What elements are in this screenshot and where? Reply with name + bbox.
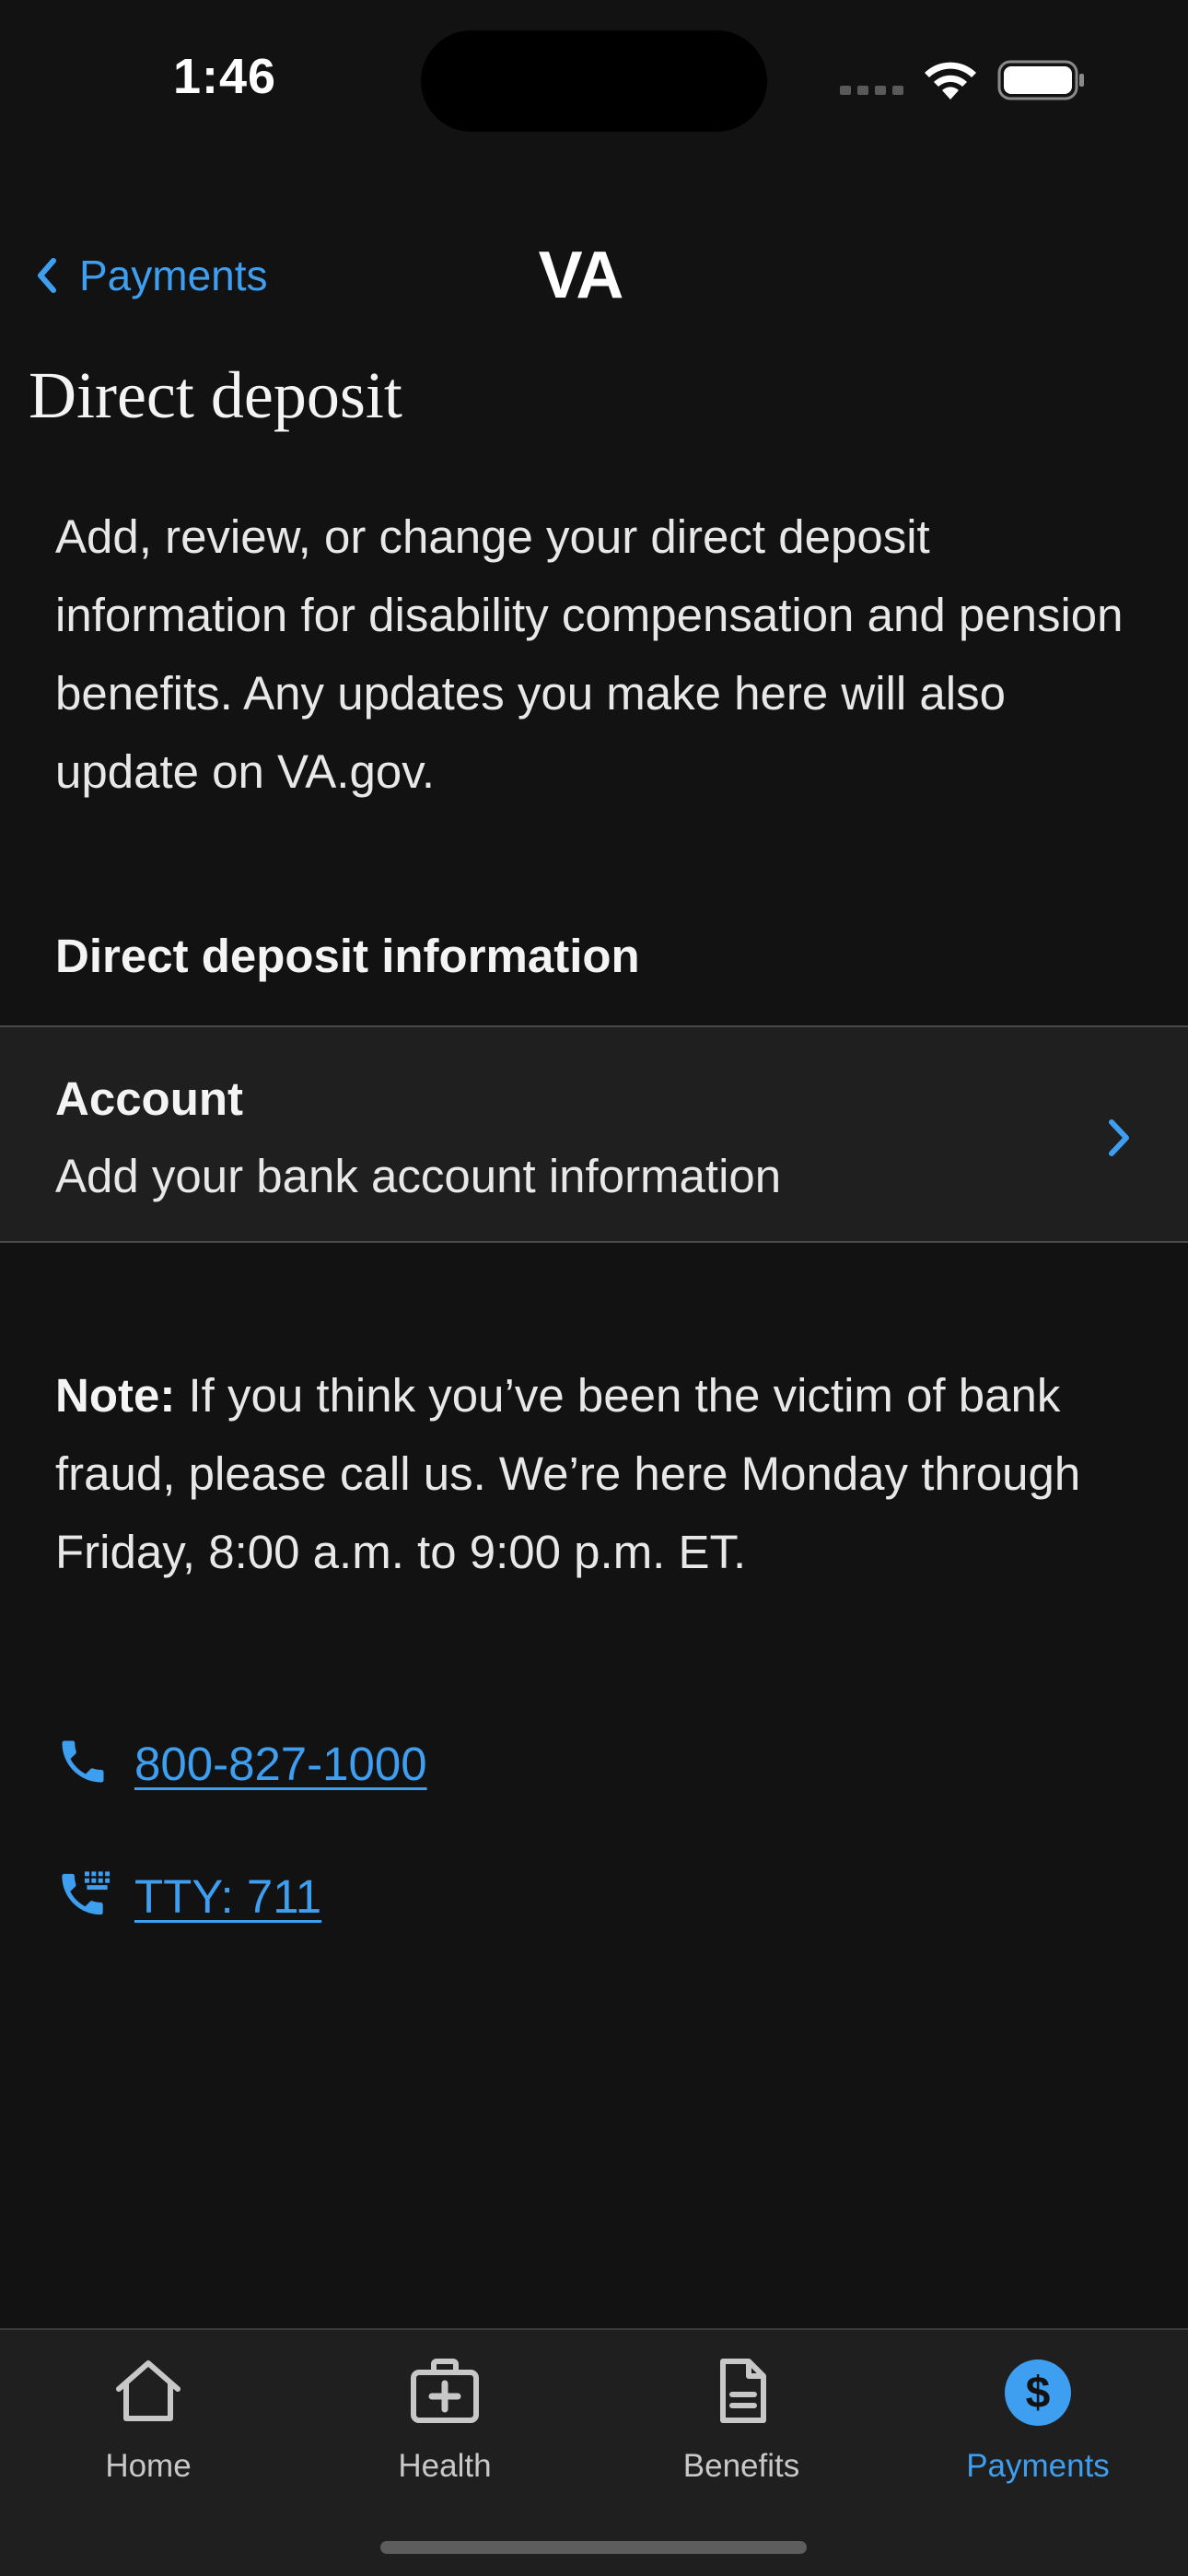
- home-icon: [116, 2360, 181, 2421]
- dynamic-island: [421, 30, 767, 132]
- tab-bar: Home Health Benefits $ Payments: [0, 2328, 1188, 2576]
- section-heading: Direct deposit information: [55, 930, 640, 982]
- tab-health-label: Health: [398, 2448, 492, 2484]
- va-logo: VA: [538, 239, 624, 312]
- note-text: If you think you’ve been the victim of b…: [55, 1369, 1081, 1578]
- wifi-icon: [925, 62, 976, 100]
- battery-icon: [997, 60, 1084, 100]
- phone-contact[interactable]: 800-827-1000: [55, 1734, 427, 1793]
- account-description: Add your bank account information: [55, 1150, 782, 1202]
- home-indicator: [380, 2541, 807, 2554]
- fraud-note: Note: If you think you’ve been the victi…: [55, 1356, 1151, 1591]
- document-icon: [720, 2359, 766, 2423]
- phone-link[interactable]: 800-827-1000: [134, 1737, 427, 1791]
- tab-benefits-label: Benefits: [682, 2448, 800, 2484]
- tab-payments-label: Payments: [966, 2448, 1110, 2484]
- phone-icon: [55, 1734, 134, 1793]
- tab-home-label: Home: [105, 2448, 192, 2484]
- intro-text: Add, review, or change your direct depos…: [55, 510, 1124, 798]
- tty-link[interactable]: TTY: 711: [134, 1869, 321, 1924]
- account-row[interactable]: Account Add your bank account informatio…: [0, 1025, 1188, 1243]
- cellular-signal-icon: [840, 86, 903, 95]
- account-label: Account: [55, 1072, 243, 1125]
- note-prefix: Note:: [55, 1369, 176, 1422]
- dollar-icon: $: [1005, 2359, 1071, 2426]
- status-time: 1:46: [173, 49, 277, 104]
- tab-health[interactable]: Health: [297, 2330, 593, 2514]
- status-bar: 1:46: [0, 0, 1188, 157]
- chevron-right-icon: [1109, 1119, 1129, 1156]
- tab-home[interactable]: Home: [0, 2330, 297, 2514]
- medical-kit-icon: [411, 2359, 479, 2423]
- tty-contact[interactable]: TTY: 711: [55, 1867, 321, 1926]
- tty-icon: [55, 1867, 134, 1926]
- tab-benefits[interactable]: Benefits: [593, 2330, 890, 2514]
- page-title: Direct deposit: [29, 358, 402, 432]
- svg-text:$: $: [1026, 2369, 1051, 2418]
- tab-payments[interactable]: $ Payments: [890, 2330, 1186, 2514]
